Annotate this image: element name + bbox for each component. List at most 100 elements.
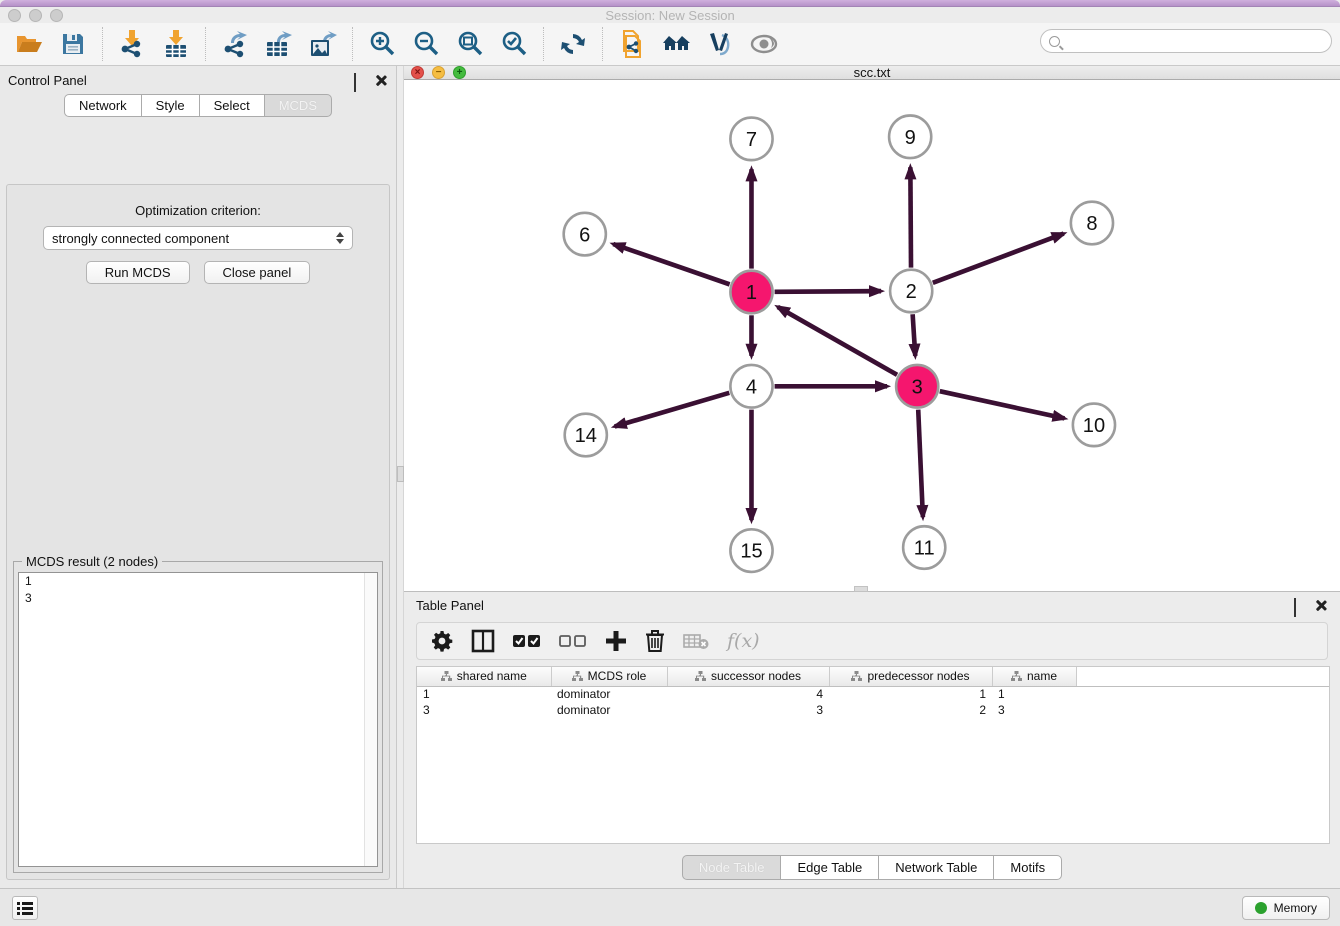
graph-node-14[interactable]: 14	[565, 414, 607, 457]
edge-3-11[interactable]	[918, 410, 923, 518]
column-header-MCDS-role[interactable]: MCDS role	[551, 667, 667, 686]
search-input[interactable]	[1064, 34, 1331, 48]
tab-mcds[interactable]: MCDS	[264, 94, 332, 117]
edge-2-8[interactable]	[933, 234, 1064, 283]
graph-node-2[interactable]: 2	[890, 270, 932, 313]
svg-text:15: 15	[740, 541, 762, 563]
network-graph[interactable]: 7 9 6 8 1 2 4 3 14 10 15 11	[404, 80, 1340, 591]
tab-edge-table[interactable]: Edge Table	[780, 855, 878, 880]
column-header-name[interactable]: name	[992, 667, 1076, 686]
mcds-result-groupbox: MCDS result (2 nodes) 13	[13, 561, 383, 873]
tab-network[interactable]: Network	[64, 94, 141, 117]
network-maximize-button[interactable]: +	[453, 66, 466, 79]
show-eye-icon[interactable]	[749, 29, 779, 59]
criterion-select[interactable]: strongly connected component	[43, 226, 353, 250]
column-panel-icon[interactable]	[471, 628, 495, 654]
table-cell[interactable]: dominator	[551, 686, 667, 702]
create-column-icon[interactable]	[605, 628, 627, 654]
delete-column-trash-icon[interactable]	[645, 628, 665, 654]
unselect-all-columns-icon[interactable]	[559, 628, 587, 654]
graph-node-4[interactable]: 4	[730, 365, 772, 408]
result-item[interactable]: 1	[19, 573, 377, 590]
refresh-icon[interactable]	[558, 29, 588, 59]
zoom-in-icon[interactable]	[367, 29, 397, 59]
import-table-icon[interactable]	[161, 29, 191, 59]
table-float-button[interactable]	[1294, 599, 1307, 612]
graph-node-6[interactable]: 6	[564, 213, 606, 256]
graph-node-15[interactable]: 15	[730, 529, 772, 572]
network-close-button[interactable]: ×	[411, 66, 424, 79]
table-cell[interactable]: 2	[829, 702, 992, 718]
float-panel-button[interactable]	[354, 74, 367, 87]
edge-3-1[interactable]	[778, 307, 897, 375]
zoom-selected-icon[interactable]	[499, 29, 529, 59]
table-cell[interactable]: dominator	[551, 702, 667, 718]
table-row[interactable]: 3dominator323	[417, 702, 1329, 718]
table-row[interactable]: 1dominator411	[417, 686, 1329, 702]
table-cell[interactable]: 1	[417, 686, 551, 702]
splitter-grip[interactable]	[397, 466, 404, 482]
tab-style[interactable]: Style	[141, 94, 199, 117]
zoom-fit-icon[interactable]	[455, 29, 485, 59]
table-cell[interactable]: 3	[417, 702, 551, 718]
network-canvas[interactable]: 7 9 6 8 1 2 4 3 14 10 15 11	[404, 80, 1340, 591]
clone-network-icon[interactable]	[617, 29, 647, 59]
column-header-successor-nodes[interactable]: successor nodes	[667, 667, 829, 686]
panel-splitter[interactable]	[396, 66, 404, 888]
export-network-icon[interactable]	[220, 29, 250, 59]
table-cell[interactable]: 3	[667, 702, 829, 718]
import-network-icon[interactable]	[117, 29, 147, 59]
graph-node-11[interactable]: 11	[903, 526, 945, 569]
edge-4-14[interactable]	[615, 393, 730, 427]
save-session-icon[interactable]	[58, 29, 88, 59]
edge-2-9[interactable]	[910, 167, 911, 267]
table-cell[interactable]: 4	[667, 686, 829, 702]
table-close-icon[interactable]	[1315, 599, 1328, 612]
export-image-icon[interactable]	[308, 29, 338, 59]
show-panels-list-button[interactable]	[12, 896, 38, 920]
open-file-icon[interactable]	[14, 29, 44, 59]
export-table-icon[interactable]	[264, 29, 294, 59]
edge-3-10[interactable]	[940, 391, 1065, 418]
table-cell[interactable]: 1	[992, 686, 1076, 702]
column-header-shared-name[interactable]: shared name	[417, 667, 551, 686]
home-pages-icon[interactable]	[661, 29, 691, 59]
svg-text:7: 7	[746, 129, 757, 151]
graph-node-1[interactable]: 1	[730, 271, 772, 314]
table-cell[interactable]: 1	[829, 686, 992, 702]
table-cell[interactable]: 3	[992, 702, 1076, 718]
zoom-out-icon[interactable]	[411, 29, 441, 59]
graph-node-7[interactable]: 7	[730, 118, 772, 161]
run-mcds-button[interactable]: Run MCDS	[86, 261, 190, 284]
result-item[interactable]: 3	[19, 590, 377, 607]
graph-node-3[interactable]: 3	[896, 365, 938, 408]
column-type-icon	[572, 671, 583, 681]
edge-2-3[interactable]	[913, 314, 916, 356]
network-window-titlebar[interactable]: × − + scc.txt	[404, 66, 1340, 80]
select-all-columns-icon[interactable]	[513, 628, 541, 654]
column-header-predecessor-nodes[interactable]: predecessor nodes	[829, 667, 992, 686]
memory-button[interactable]: Memory	[1242, 896, 1330, 920]
hide-panel-icon[interactable]	[705, 29, 735, 59]
memory-label: Memory	[1274, 901, 1317, 915]
control-panel: Control Panel NetworkStyleSelectMCDS Opt…	[0, 66, 396, 888]
close-panel-button[interactable]: Close panel	[204, 261, 311, 284]
edge-1-6[interactable]	[613, 244, 729, 284]
edge-1-2[interactable]	[775, 291, 881, 292]
select-stepper-icon	[336, 232, 344, 244]
close-panel-icon[interactable]	[375, 74, 388, 87]
graph-node-10[interactable]: 10	[1073, 404, 1115, 447]
tab-motifs[interactable]: Motifs	[993, 855, 1062, 880]
graph-node-8[interactable]: 8	[1071, 202, 1113, 245]
table-settings-gear-icon[interactable]	[431, 628, 453, 654]
mcds-result-list[interactable]: 13	[18, 572, 378, 867]
tab-network-table[interactable]: Network Table	[878, 855, 993, 880]
svg-text:3: 3	[912, 376, 923, 398]
tab-node-table[interactable]: Node Table	[682, 855, 781, 880]
control-panel-title: Control Panel	[8, 73, 346, 88]
network-minimize-button[interactable]: −	[432, 66, 445, 79]
tab-select[interactable]: Select	[199, 94, 264, 117]
search-field[interactable]	[1040, 29, 1332, 53]
result-scrollbar[interactable]	[364, 573, 377, 866]
graph-node-9[interactable]: 9	[889, 115, 931, 158]
